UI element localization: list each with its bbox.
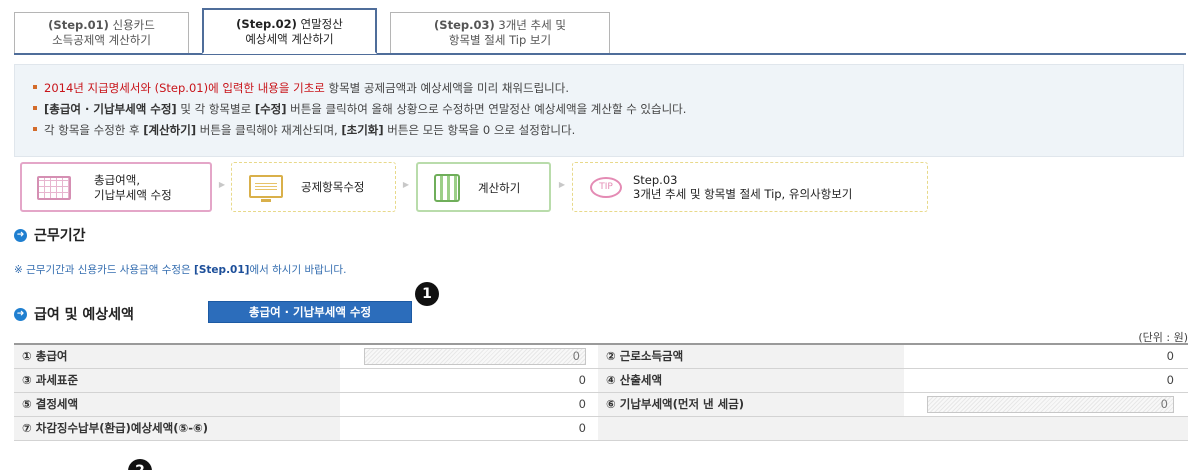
row-label: ⑤ 결정세액: [14, 392, 340, 417]
work-period-note-post: 에서 하시기 바랍니다.: [249, 264, 347, 276]
info-line-2-bold1: [총급여 · 기납부세액 수정]: [44, 102, 177, 116]
tab-step-02-line1: 연말정산: [300, 17, 343, 31]
info-line-3-mid: 버튼을 클릭해야 재계산되며,: [196, 123, 342, 137]
salary-heading: ➜ 급여 및 예상세액: [14, 304, 134, 324]
info-line-1-red: 2014년 지급명세서와 (Step.01)에 입력한 내용을 기초로: [44, 81, 325, 95]
work-period-note: ※ 근무기간과 신용카드 사용금액 수정은 [Step.01]에서 하시기 바랍…: [14, 262, 346, 277]
salary-table: ① 총급여 0 ② 근로소득금액 0 ③ 과세표준 0 ④ 산출세액 0 ⑤ 결…: [14, 343, 1188, 441]
info-line-1: 2014년 지급명세서와 (Step.01)에 입력한 내용을 기초로 항목별 …: [33, 78, 1183, 99]
empty-cell: [598, 416, 1188, 441]
row-label: ⑦ 차감징수납부(환급)예상세액(⑤-⑥): [14, 416, 340, 441]
row-label: ⑥ 기납부세액(먼저 낸 세금): [598, 392, 904, 417]
row-label: ④ 산출세액: [598, 368, 904, 393]
step-calculate-label: 계산하기: [478, 181, 521, 195]
row-label: ① 총급여: [14, 344, 340, 369]
step-calculate-button[interactable]: 계산하기: [416, 162, 551, 212]
calendar-icon: [37, 176, 71, 200]
bullet-icon: [33, 105, 37, 110]
tip-icon: TIP: [590, 177, 622, 198]
step-arrow-icon: ▶: [218, 180, 226, 189]
table-row: ① 총급여 0 ② 근로소득금액 0: [14, 344, 1188, 369]
step-tips-line1: Step.03: [633, 173, 678, 187]
step-tips-line2: 3개년 추세 및 항목별 절세 Tip, 유의사항보기: [633, 187, 853, 201]
row-label: ③ 과세표준: [14, 368, 340, 393]
info-line-1-rest: 항목별 공제금액과 예상세액을 미리 채워드립니다.: [324, 81, 569, 95]
tab-step-01-step: (Step.01): [48, 18, 109, 32]
table-row: ⑤ 결정세액 0 ⑥ 기납부세액(먼저 낸 세금) 0: [14, 392, 1188, 417]
step-tabs: (Step.01) 신용카드 소득공제액 계산하기 (Step.02) 연말정산…: [14, 8, 1186, 55]
row-value: 0: [340, 368, 598, 393]
total-salary-cell: 0: [340, 344, 598, 369]
info-line-3-bold1: [계산하기]: [143, 123, 197, 137]
step-edit-salary-line2: 기납부세액 수정: [94, 188, 172, 202]
work-period-note-pre: ※ 근무기간과 신용카드 사용금액 수정은: [14, 264, 195, 276]
info-line-3-rest: 버튼은 모든 항목을 0 으로 설정합니다.: [383, 123, 576, 137]
arrow-circle-icon: ➜: [14, 228, 27, 242]
tab-step-01[interactable]: (Step.01) 신용카드 소득공제액 계산하기: [14, 12, 189, 53]
work-period-heading: ➜ 근무기간: [14, 225, 86, 245]
step-edit-salary-line1: 총급여액,: [94, 173, 140, 187]
tab-step-02-line2: 예상세액 계산하기: [245, 32, 334, 46]
info-line-2-rest: 버튼을 클릭하여 올해 상황으로 수정하면 연말정산 예상세액을 계산할 수 있…: [286, 102, 687, 116]
info-box: 2014년 지급명세서와 (Step.01)에 입력한 내용을 기초로 항목별 …: [14, 64, 1184, 157]
salary-title: 급여 및 예상세액: [34, 307, 134, 323]
tab-step-03-line1: 3개년 추세 및: [498, 18, 566, 32]
step-edit-salary-button[interactable]: 총급여액, 기납부세액 수정: [20, 162, 212, 212]
info-line-2-bold2: [수정]: [254, 102, 287, 116]
info-line-2-mid: 및 각 항목별로: [176, 102, 255, 116]
info-line-3-bold2: [초기화]: [341, 123, 384, 137]
tab-step-03-line2: 항목별 절세 Tip 보기: [448, 33, 552, 47]
row-label: ② 근로소득금액: [598, 344, 904, 369]
step-edit-deductions-label: 공제항목수정: [301, 180, 365, 194]
table-row: ③ 과세표준 0 ④ 산출세액 0: [14, 368, 1188, 393]
tab-step-01-line2: 소득공제액 계산하기: [52, 33, 151, 47]
callout-badge-1: 1: [415, 282, 439, 306]
step-buttons: 총급여액, 기납부세액 수정 ▶ 공제항목수정 ▶ 계산하기 ▶ TIP Ste…: [20, 162, 940, 212]
arrow-circle-icon: ➜: [14, 307, 27, 321]
calculator-icon: [434, 174, 460, 202]
info-line-3-pre: 각 항목을 수정한 후: [44, 123, 144, 137]
row-value: 0: [340, 392, 598, 417]
step-edit-deductions-button[interactable]: 공제항목수정: [231, 162, 396, 212]
table-row: ⑦ 차감징수납부(환급)예상세액(⑤-⑥) 0: [14, 416, 1188, 441]
info-line-2: [총급여 · 기납부세액 수정] 및 각 항목별로 [수정] 버튼을 클릭하여 …: [33, 99, 1183, 120]
total-salary-field[interactable]: 0: [364, 347, 586, 365]
row-value: 0: [904, 368, 1188, 393]
tab-step-03[interactable]: (Step.03) 3개년 추세 및 항목별 절세 Tip 보기: [390, 12, 610, 53]
tab-step-03-step: (Step.03): [434, 18, 495, 32]
tab-step-02-step: (Step.02): [236, 17, 297, 31]
row-value: 0: [904, 344, 1188, 369]
tab-step-01-line1: 신용카드: [112, 18, 155, 32]
tab-step-02[interactable]: (Step.02) 연말정산 예상세액 계산하기: [202, 8, 377, 54]
step-arrow-icon: ▶: [558, 180, 566, 189]
prepaid-tax-cell: 0: [904, 392, 1188, 417]
row-value: 0: [340, 416, 598, 441]
work-period-title: 근무기간: [34, 228, 86, 244]
edit-salary-tax-button[interactable]: 총급여 · 기납부세액 수정: [208, 301, 412, 323]
step-arrow-icon: ▶: [402, 180, 410, 189]
monitor-icon: [249, 175, 283, 202]
callout-badge-2: 2: [128, 459, 152, 470]
bullet-icon: [33, 84, 37, 89]
step-tips-button[interactable]: TIP Step.03 3개년 추세 및 항목별 절세 Tip, 유의사항보기: [572, 162, 928, 212]
prepaid-tax-field[interactable]: 0: [927, 395, 1174, 413]
bullet-icon: [33, 126, 37, 131]
work-period-note-bold: [Step.01]: [194, 264, 250, 276]
info-line-3: 각 항목을 수정한 후 [계산하기] 버튼을 클릭해야 재계산되며, [초기화]…: [33, 120, 1183, 141]
